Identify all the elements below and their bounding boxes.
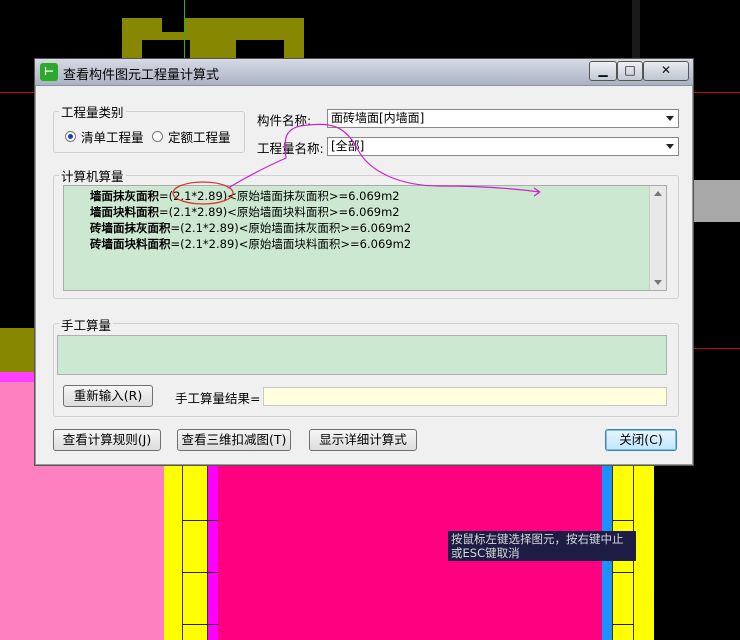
tooltip-line-1: 按鼠标左键选择图元，按右键中止 <box>451 532 624 546</box>
annotation-circle <box>172 181 234 205</box>
annotation-stroke <box>227 123 541 197</box>
status-tooltip: 按鼠标左键选择图元，按右键中止 或ESC键取消 <box>448 531 636 561</box>
tooltip-line-2: 或ESC键取消 <box>451 546 520 560</box>
